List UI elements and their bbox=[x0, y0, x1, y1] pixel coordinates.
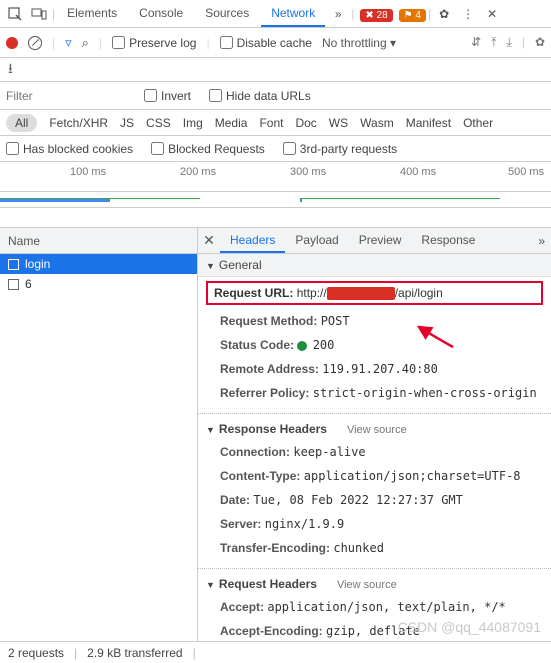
warning-badge[interactable]: ⚑ 4 bbox=[395, 7, 426, 21]
filter-icon[interactable]: ▿ bbox=[65, 35, 72, 51]
filter-bar: Invert Hide data URLs bbox=[0, 82, 551, 110]
network-toolbar: | ▿ ⌕ | Preserve log | Disable cache No … bbox=[0, 28, 551, 58]
more-tabs-icon[interactable]: » bbox=[538, 234, 545, 248]
download-arrow-icon[interactable]: ⭳ bbox=[8, 58, 13, 82]
type-media[interactable]: Media bbox=[215, 116, 248, 130]
watermark: CSDN @qq_44087091 bbox=[398, 619, 541, 635]
tab-response[interactable]: Response bbox=[411, 228, 485, 253]
clear-icon[interactable] bbox=[28, 36, 42, 50]
details-panel: ✕ Headers Payload Preview Response » ▼Ge… bbox=[198, 228, 551, 646]
request-row-6[interactable]: 6 bbox=[0, 274, 197, 294]
kebab-icon[interactable]: ⋮ bbox=[457, 3, 479, 25]
tab-payload[interactable]: Payload bbox=[285, 228, 348, 253]
remote-address-row: Remote Address: 119.91.207.40:80 bbox=[198, 357, 551, 381]
view-source-link[interactable]: View source bbox=[347, 424, 407, 436]
request-url-row: Request URL: http:///api/login bbox=[206, 281, 543, 305]
type-js[interactable]: JS bbox=[120, 116, 134, 130]
resp-content-type: Content-Type: application/json;charset=U… bbox=[198, 464, 551, 488]
filter-input[interactable] bbox=[6, 89, 126, 103]
invert-checkbox[interactable]: Invert bbox=[144, 89, 191, 103]
redacted-host bbox=[327, 287, 395, 300]
hide-urls-checkbox[interactable]: Hide data URLs bbox=[209, 89, 311, 103]
tab-preview[interactable]: Preview bbox=[349, 228, 412, 253]
timeline[interactable]: 100 ms 200 ms 300 ms 400 ms 500 ms bbox=[0, 162, 551, 192]
resp-date: Date: Tue, 08 Feb 2022 12:27:37 GMT bbox=[198, 488, 551, 512]
download-icon[interactable]: ⤓ bbox=[507, 35, 512, 50]
more-tabs-icon[interactable]: » bbox=[327, 3, 349, 25]
requests-count: 2 requests bbox=[8, 646, 64, 660]
response-headers-section[interactable]: ▼Response HeadersView source bbox=[198, 414, 551, 440]
general-section[interactable]: ▼General bbox=[198, 254, 551, 277]
settings-icon[interactable]: ✿ bbox=[433, 3, 455, 25]
resp-transfer: Transfer-Encoding: chunked bbox=[198, 536, 551, 560]
arrow-annotation bbox=[415, 325, 455, 358]
block-row: Has blocked cookies Blocked Requests 3rd… bbox=[0, 136, 551, 162]
type-ws[interactable]: WS bbox=[329, 116, 348, 130]
tab-headers[interactable]: Headers bbox=[220, 228, 285, 253]
type-img[interactable]: Img bbox=[183, 116, 203, 130]
error-badge[interactable]: ✖ 28 bbox=[356, 7, 392, 21]
view-source-link[interactable]: View source bbox=[337, 579, 397, 591]
tab-console[interactable]: Console bbox=[129, 0, 193, 27]
disable-cache-checkbox[interactable]: Disable cache bbox=[220, 36, 312, 50]
type-filter-row: All Fetch/XHR JS CSS Img Media Font Doc … bbox=[0, 110, 551, 136]
resp-connection: Connection: keep-alive bbox=[198, 440, 551, 464]
inspect-icon[interactable] bbox=[4, 3, 26, 25]
type-fetch[interactable]: Fetch/XHR bbox=[49, 116, 108, 130]
request-headers-section[interactable]: ▼Request HeadersView source bbox=[198, 569, 551, 595]
record-icon[interactable] bbox=[6, 37, 18, 49]
status-code-row: Status Code: 200 bbox=[198, 333, 551, 357]
throttling-select[interactable]: No throttling ▾ bbox=[322, 36, 396, 50]
request-row-login[interactable]: login bbox=[0, 254, 197, 274]
referrer-policy-row: Referrer Policy: strict-origin-when-cros… bbox=[198, 381, 551, 405]
close-icon[interactable]: ✕ bbox=[481, 3, 503, 25]
resp-server: Server: nginx/1.9.9 bbox=[198, 512, 551, 536]
waterfall-overview[interactable] bbox=[0, 192, 551, 208]
search-icon[interactable]: ⌕ bbox=[82, 35, 89, 51]
type-manifest[interactable]: Manifest bbox=[406, 116, 451, 130]
upload-icon[interactable]: ⤒ bbox=[491, 35, 496, 50]
third-party-checkbox[interactable]: 3rd-party requests bbox=[283, 142, 397, 156]
req-accept: Accept: application/json, text/plain, */… bbox=[198, 595, 551, 619]
tab-elements[interactable]: Elements bbox=[57, 0, 127, 27]
tab-network[interactable]: Network bbox=[261, 0, 325, 27]
type-all[interactable]: All bbox=[6, 114, 37, 132]
preserve-log-checkbox[interactable]: Preserve log bbox=[112, 36, 196, 50]
devtools-tabs: | Elements Console Sources Network » | ✖… bbox=[0, 0, 551, 28]
type-other[interactable]: Other bbox=[463, 116, 493, 130]
type-doc[interactable]: Doc bbox=[295, 116, 316, 130]
status-bar: 2 requests | 2.9 kB transferred | bbox=[0, 641, 551, 663]
blocked-cookies-checkbox[interactable]: Has blocked cookies bbox=[6, 142, 133, 156]
transferred-size: 2.9 kB transferred bbox=[87, 646, 182, 660]
request-list: Name login 6 bbox=[0, 228, 198, 646]
type-css[interactable]: CSS bbox=[146, 116, 171, 130]
close-details-icon[interactable]: ✕ bbox=[198, 232, 220, 249]
request-method-row: Request Method: POST bbox=[198, 309, 551, 333]
name-column-header[interactable]: Name bbox=[0, 228, 197, 254]
type-wasm[interactable]: Wasm bbox=[360, 116, 394, 130]
gear-icon[interactable]: ✿ bbox=[535, 35, 545, 50]
wifi-icon[interactable]: ⇵ bbox=[471, 35, 481, 50]
type-font[interactable]: Font bbox=[259, 116, 283, 130]
blocked-requests-checkbox[interactable]: Blocked Requests bbox=[151, 142, 265, 156]
download-row: ⭳ bbox=[0, 58, 551, 82]
device-icon[interactable] bbox=[28, 3, 50, 25]
tab-sources[interactable]: Sources bbox=[195, 0, 259, 27]
